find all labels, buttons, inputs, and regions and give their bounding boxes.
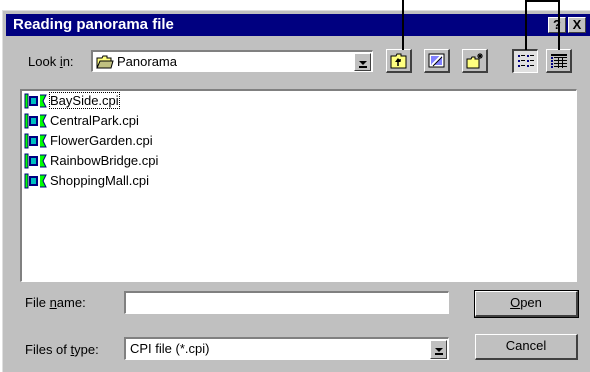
- callout-bracket: [525, 0, 560, 2]
- chevron-down-icon: [435, 348, 443, 352]
- file-list[interactable]: BaySide.cpi CentralPark.cpi FlowerGarden…: [20, 89, 577, 282]
- file-type-dropdown[interactable]: CPI file (*.cpi): [124, 337, 449, 360]
- cpi-file-icon: [24, 93, 47, 109]
- desktop-icon: [428, 53, 445, 68]
- desktop-button[interactable]: [424, 49, 450, 73]
- create-new-folder-icon: [466, 53, 483, 69]
- open-button[interactable]: Open: [474, 290, 579, 318]
- file-name-label: File name:: [25, 295, 86, 310]
- help-button[interactable]: ?: [548, 17, 566, 33]
- close-button[interactable]: X: [568, 17, 586, 33]
- file-name: BaySide.cpi: [49, 92, 120, 109]
- callout-line-list-view: [525, 0, 527, 50]
- up-one-level-icon: [390, 53, 407, 69]
- cancel-button[interactable]: Cancel: [475, 334, 578, 360]
- title-bar: Reading panorama file ? X: [6, 14, 590, 36]
- cpi-file-icon: [24, 133, 47, 149]
- file-name-input[interactable]: [124, 291, 449, 314]
- callout-line-details-view: [558, 0, 560, 50]
- details-view-button[interactable]: [546, 49, 572, 73]
- chevron-down-icon: [359, 61, 367, 65]
- create-new-folder-button[interactable]: [462, 49, 488, 73]
- look-in-dropdown-button[interactable]: [354, 53, 371, 71]
- up-one-level-button[interactable]: [386, 49, 412, 73]
- details-view-icon: [551, 54, 567, 68]
- callout-line-up-level: [402, 0, 404, 50]
- cpi-file-icon: [24, 173, 47, 189]
- look-in-label: Look in:: [28, 54, 74, 69]
- file-type-label: Files of type:: [25, 342, 99, 357]
- file-name: ShoppingMall.cpi: [50, 173, 150, 188]
- cpi-file-icon: [24, 153, 47, 169]
- file-name: CentralPark.cpi: [50, 113, 139, 128]
- file-type-dropdown-button[interactable]: [430, 340, 447, 359]
- cpi-file-icon: [24, 113, 47, 129]
- list-view-button[interactable]: [512, 49, 538, 73]
- folder-icon: [96, 55, 114, 69]
- open-dialog: Reading panorama file ? X Look in: Panor…: [2, 10, 590, 372]
- look-in-dropdown[interactable]: Panorama: [91, 50, 373, 72]
- look-in-value: Panorama: [117, 54, 177, 69]
- file-type-value: CPI file (*.cpi): [130, 341, 210, 356]
- file-name: RainbowBridge.cpi: [50, 153, 159, 168]
- list-view-icon: [518, 55, 534, 67]
- window-title: Reading panorama file: [13, 16, 174, 33]
- file-name: FlowerGarden.cpi: [50, 133, 153, 148]
